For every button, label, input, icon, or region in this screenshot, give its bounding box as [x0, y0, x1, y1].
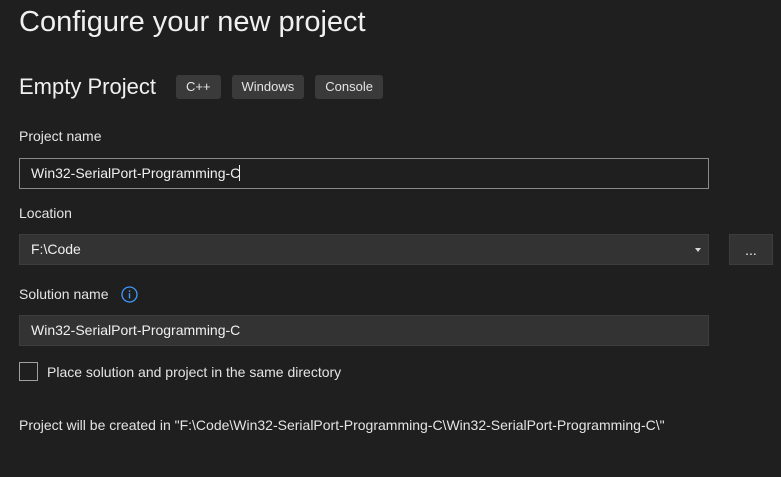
- project-name-input[interactable]: Win32-SerialPort-Programming-C: [19, 158, 709, 189]
- project-name-value: Win32-SerialPort-Programming-C: [31, 165, 241, 181]
- info-circle-icon[interactable]: [121, 286, 138, 303]
- location-dropdown[interactable]: F:\Code: [19, 234, 709, 265]
- tag-windows: Windows: [231, 75, 305, 99]
- tag-cpp: C++: [175, 75, 221, 99]
- tag-console: Console: [315, 75, 383, 99]
- project-name-label: Project name: [19, 128, 102, 144]
- same-directory-checkbox[interactable]: [19, 362, 38, 381]
- solution-name-value: Win32-SerialPort-Programming-C: [31, 322, 241, 338]
- same-directory-label[interactable]: Place solution and project in the same d…: [47, 364, 341, 380]
- text-caret: [239, 165, 241, 181]
- chevron-down-icon: [695, 248, 701, 252]
- template-name: Empty Project: [19, 74, 156, 99]
- location-label: Location: [19, 205, 72, 221]
- template-header: Empty Project C++ Windows Console: [19, 71, 394, 103]
- configure-project-page: Configure your new project Empty Project…: [0, 0, 781, 477]
- browse-button[interactable]: ...: [729, 234, 773, 265]
- solution-name-input[interactable]: Win32-SerialPort-Programming-C: [19, 315, 709, 346]
- solution-name-label: Solution name: [19, 286, 109, 302]
- project-path-info: Project will be created in "F:\Code\Win3…: [19, 417, 665, 433]
- location-value: F:\Code: [31, 241, 81, 257]
- page-title: Configure your new project: [19, 6, 366, 38]
